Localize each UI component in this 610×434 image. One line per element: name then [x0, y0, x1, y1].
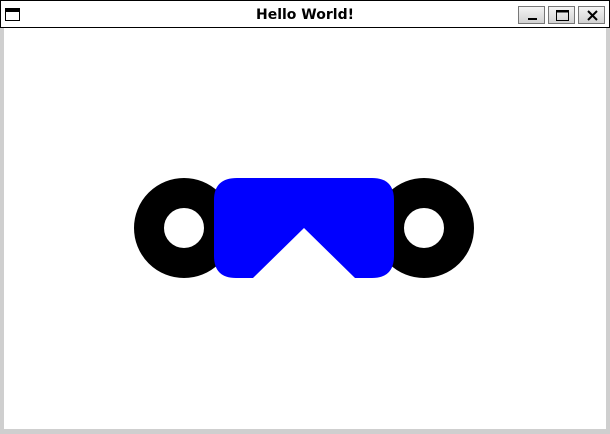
blue-body [214, 178, 394, 278]
right-ring [374, 178, 474, 278]
app-window: Hello World! [0, 0, 610, 434]
close-icon [587, 10, 598, 21]
title-bar[interactable]: Hello World! [0, 0, 610, 28]
minimize-icon [528, 18, 537, 20]
left-ring [134, 178, 234, 278]
drawing-surface [134, 178, 474, 278]
maximize-button[interactable] [548, 6, 575, 24]
drawing-canvas [4, 28, 606, 429]
close-button[interactable] [578, 6, 605, 24]
maximize-icon [556, 10, 569, 21]
minimize-button[interactable] [518, 6, 545, 24]
